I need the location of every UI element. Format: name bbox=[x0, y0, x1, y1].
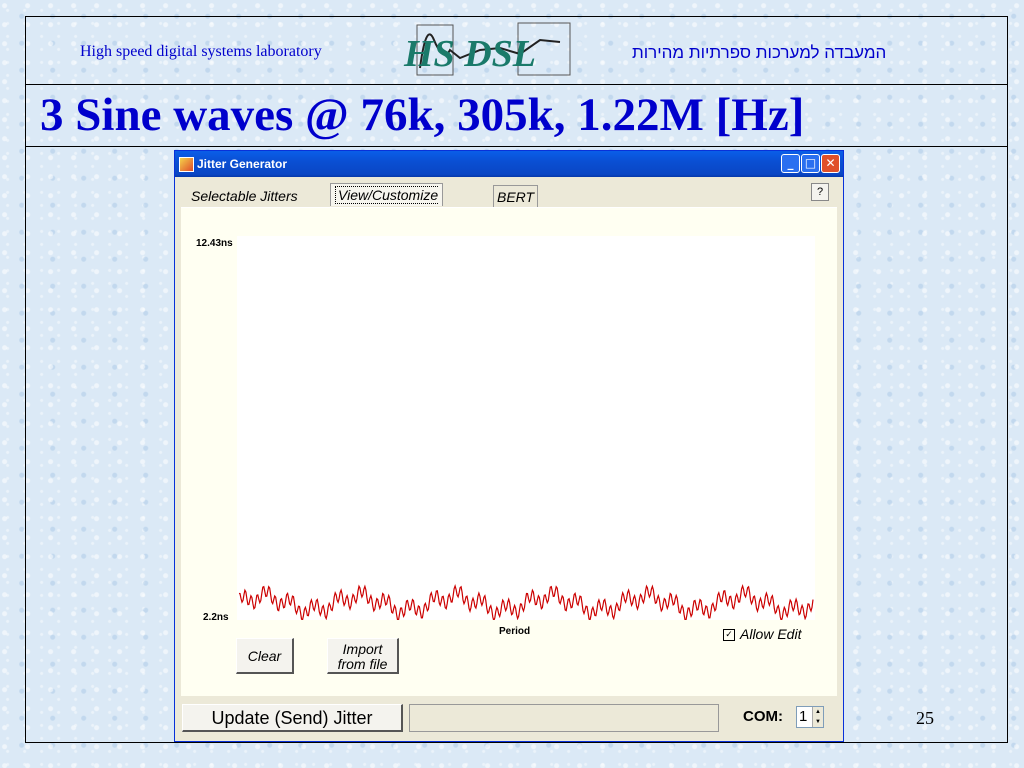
close-button[interactable]: ✕ bbox=[821, 154, 840, 173]
jitter-waveform bbox=[238, 584, 814, 620]
minimize-button[interactable]: _ bbox=[781, 154, 800, 173]
hsdsl-logo: HS DSL bbox=[400, 20, 610, 78]
com-label: COM: bbox=[743, 708, 783, 725]
jitter-plot[interactable] bbox=[237, 236, 815, 620]
tab-selectable-jitters[interactable]: Selectable Jitters bbox=[191, 185, 298, 207]
y-min-label: 2.2ns bbox=[203, 612, 229, 623]
y-max-label: 12.43ns bbox=[196, 238, 233, 249]
app-icon bbox=[179, 157, 194, 172]
update-label: Update (Send) Jitter bbox=[211, 708, 373, 728]
com-port-spinner[interactable]: 1 ▲ ▼ bbox=[796, 706, 824, 728]
jitter-generator-window: Jitter Generator _ □ ✕ Selectable Jitter… bbox=[174, 150, 844, 742]
spinner-arrows-icon[interactable]: ▲ ▼ bbox=[812, 707, 823, 727]
clear-button[interactable]: Clear bbox=[236, 638, 294, 674]
title-divider bbox=[25, 146, 1008, 147]
tab-bert[interactable]: BERT bbox=[493, 185, 539, 208]
slide-title: 3 Sine waves @ 76k, 305k, 1.22M [Hz] bbox=[40, 89, 805, 141]
jitter-series-line bbox=[238, 584, 814, 620]
allow-edit-checkbox[interactable]: ✓ Allow Edit bbox=[723, 626, 801, 642]
window-title: Jitter Generator bbox=[197, 157, 288, 171]
tab-view-customize-jitter[interactable]: View/Customize Jitter bbox=[330, 183, 444, 226]
header-divider bbox=[25, 84, 1008, 85]
allow-edit-label: Allow Edit bbox=[740, 626, 802, 642]
import-label-line1: Import bbox=[342, 641, 383, 657]
svg-text:HS DSL: HS DSL bbox=[403, 33, 536, 75]
lab-name-english: High speed digital systems laboratory bbox=[80, 43, 322, 60]
import-label-line2: from file bbox=[337, 656, 388, 672]
status-field bbox=[409, 704, 719, 732]
customize-panel: 12.43ns 2.2ns Period ✓ Allow Edit Clear I… bbox=[181, 207, 837, 696]
update-send-jitter-button[interactable]: Update (Send) Jitter bbox=[182, 704, 403, 732]
maximize-button[interactable]: □ bbox=[801, 154, 820, 173]
com-port-value: 1 bbox=[799, 708, 808, 725]
window-titlebar[interactable]: Jitter Generator _ □ ✕ bbox=[175, 151, 843, 177]
help-button[interactable]: ? bbox=[811, 183, 829, 201]
x-axis-label: Period bbox=[499, 626, 531, 637]
import-from-file-button[interactable]: Import from file bbox=[327, 638, 399, 674]
page-number: 25 bbox=[916, 708, 934, 728]
lab-name-hebrew: המעבדה למערכות ספרתיות מהירות bbox=[632, 43, 887, 62]
allow-edit-check-icon: ✓ bbox=[723, 629, 735, 642]
